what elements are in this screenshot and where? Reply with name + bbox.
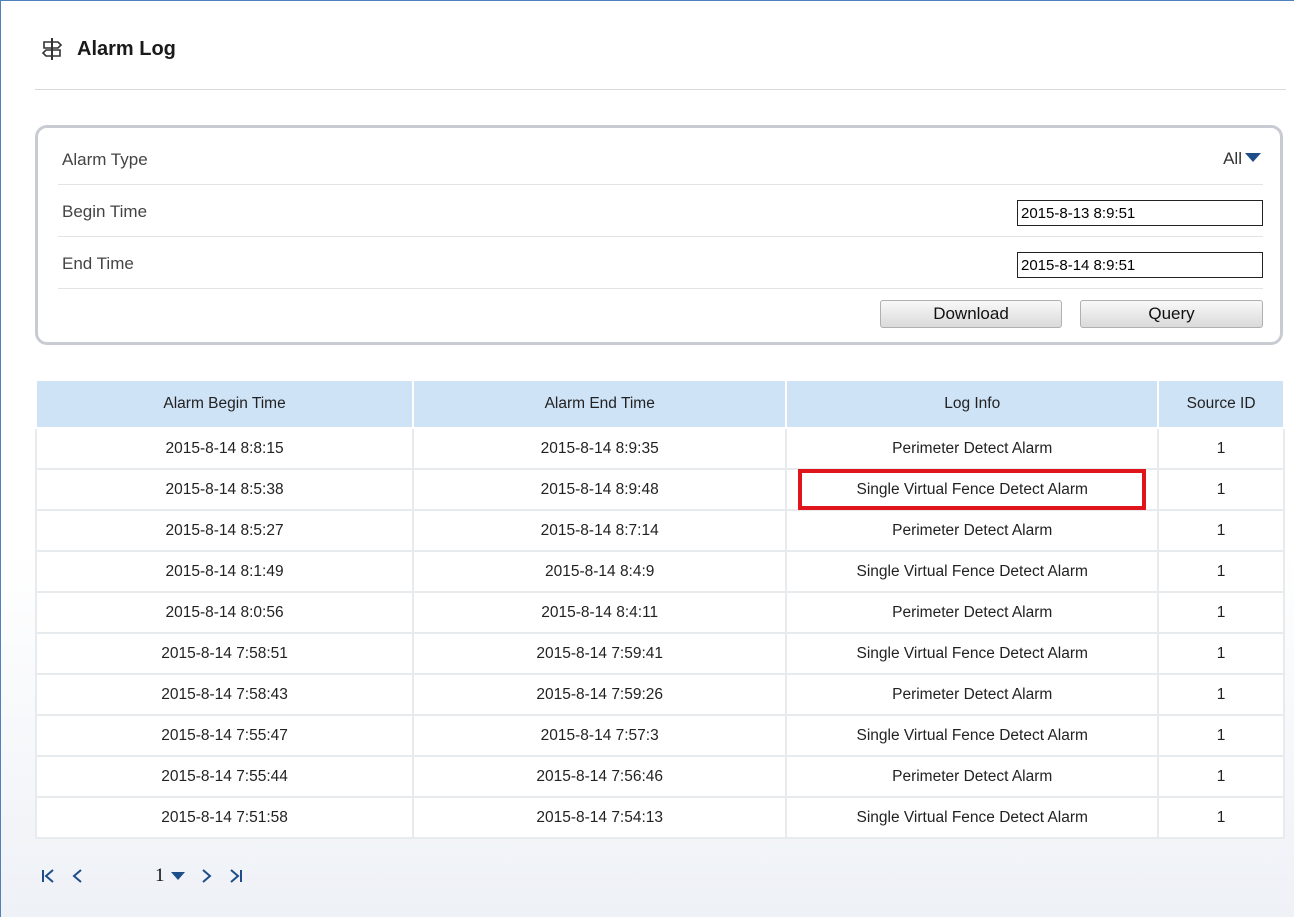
log-info-cell: Perimeter Detect Alarm — [785, 591, 1160, 634]
begin-time-cell: 2015-8-14 8:0:56 — [34, 591, 415, 634]
begin-time-cell: 2015-8-14 8:5:38 — [34, 468, 415, 511]
title-bar: Alarm Log — [41, 29, 176, 69]
column-header-end-time[interactable]: Alarm End Time — [412, 379, 788, 429]
prev-page-glyph — [72, 869, 82, 883]
chevron-down-icon — [1245, 153, 1261, 162]
end-time-input[interactable] — [1017, 252, 1263, 278]
last-page-glyph — [229, 869, 242, 883]
alarm-type-value: All — [1223, 149, 1242, 168]
end-time-cell: 2015-8-14 7:59:26 — [412, 673, 788, 716]
begin-time-label: Begin Time — [62, 202, 148, 221]
download-button[interactable]: Download — [880, 300, 1062, 328]
table-row[interactable]: 2015-8-14 7:55:44 2015-8-14 7:56:46 Peri… — [34, 755, 1285, 798]
table-row[interactable]: 2015-8-14 8:5:27 2015-8-14 8:7:14 Perime… — [34, 509, 1285, 552]
current-page: 1 — [155, 865, 165, 886]
begin-time-cell: 2015-8-14 8:5:27 — [34, 509, 415, 552]
log-info-cell: Perimeter Detect Alarm — [785, 509, 1160, 552]
log-info-cell: Perimeter Detect Alarm — [785, 427, 1160, 470]
log-info-cell: Single Virtual Fence Detect Alarm — [785, 468, 1160, 511]
begin-time-cell: 2015-8-14 8:1:49 — [34, 550, 415, 593]
end-time-cell: 2015-8-14 7:59:41 — [412, 632, 788, 675]
log-info-cell: Single Virtual Fence Detect Alarm — [785, 550, 1160, 593]
begin-time-cell: 2015-8-14 7:58:51 — [34, 632, 415, 675]
column-header-source-id[interactable]: Source ID — [1157, 379, 1285, 429]
begin-time-row: Begin Time — [58, 184, 1263, 237]
first-page-glyph — [42, 869, 54, 883]
begin-time-cell: 2015-8-14 7:58:43 — [34, 673, 415, 716]
table-header-row: Alarm Begin Time Alarm End Time Log Info… — [34, 379, 1285, 429]
source-id-cell: 1 — [1157, 632, 1285, 675]
end-time-cell: 2015-8-14 8:7:14 — [412, 509, 788, 552]
prev-page-icon[interactable] — [71, 868, 85, 884]
table-row[interactable]: 2015-8-14 7:58:51 2015-8-14 7:59:41 Sing… — [34, 632, 1285, 675]
first-page-icon[interactable] — [41, 868, 57, 884]
end-time-cell: 2015-8-14 7:56:46 — [412, 755, 788, 798]
chevron-down-icon — [170, 872, 185, 880]
end-time-cell: 2015-8-14 8:9:35 — [412, 427, 788, 470]
end-time-cell: 2015-8-14 8:9:48 — [412, 468, 788, 511]
next-page-icon[interactable] — [199, 868, 213, 884]
source-id-cell: 1 — [1157, 591, 1285, 634]
alarm-type-row: Alarm Type All — [58, 132, 1263, 185]
begin-time-cell: 2015-8-14 7:55:47 — [34, 714, 415, 757]
alarm-log-page: Alarm Log Alarm Type All Begin Time End … — [0, 0, 1294, 917]
table-row[interactable]: 2015-8-14 7:55:47 2015-8-14 7:57:3 Singl… — [34, 714, 1285, 757]
alarm-type-label: Alarm Type — [62, 150, 148, 169]
signpost-icon — [41, 38, 63, 60]
query-button[interactable]: Query — [1080, 300, 1263, 328]
log-info-cell: Single Virtual Fence Detect Alarm — [785, 714, 1160, 757]
next-page-glyph — [201, 869, 212, 883]
pagination: 1 — [41, 865, 243, 887]
column-header-log-info[interactable]: Log Info — [785, 379, 1160, 429]
source-id-cell: 1 — [1157, 796, 1285, 839]
table-row[interactable]: 2015-8-14 7:58:43 2015-8-14 7:59:26 Peri… — [34, 673, 1285, 716]
title-divider — [35, 89, 1286, 90]
page-select[interactable]: 1 — [155, 865, 185, 887]
end-time-cell: 2015-8-14 7:54:13 — [412, 796, 788, 839]
query-actions: Download Query — [58, 300, 1263, 330]
table-row[interactable]: 2015-8-14 7:51:58 2015-8-14 7:54:13 Sing… — [34, 796, 1285, 839]
column-header-begin-time[interactable]: Alarm Begin Time — [34, 379, 415, 429]
begin-time-cell: 2015-8-14 7:51:58 — [34, 796, 415, 839]
source-id-cell: 1 — [1157, 755, 1285, 798]
begin-time-input[interactable] — [1017, 200, 1263, 226]
end-time-row: End Time — [58, 236, 1263, 289]
source-id-cell: 1 — [1157, 550, 1285, 593]
page-title: Alarm Log — [77, 37, 176, 60]
end-time-cell: 2015-8-14 8:4:9 — [412, 550, 788, 593]
last-page-icon[interactable] — [227, 868, 243, 884]
table-row[interactable]: 2015-8-14 8:5:38 2015-8-14 8:9:48 Single… — [34, 468, 1285, 511]
source-id-cell: 1 — [1157, 427, 1285, 470]
table-row[interactable]: 2015-8-14 8:1:49 2015-8-14 8:4:9 Single … — [34, 550, 1285, 593]
end-time-cell: 2015-8-14 7:57:3 — [412, 714, 788, 757]
query-panel: Alarm Type All Begin Time End Time Downl… — [35, 125, 1283, 345]
begin-time-cell: 2015-8-14 7:55:44 — [34, 755, 415, 798]
log-info-cell: Perimeter Detect Alarm — [785, 673, 1160, 716]
end-time-cell: 2015-8-14 8:4:11 — [412, 591, 788, 634]
highlight-box: Single Virtual Fence Detect Alarm — [798, 469, 1147, 510]
log-info-cell: Perimeter Detect Alarm — [785, 755, 1160, 798]
end-time-label: End Time — [62, 254, 134, 273]
source-id-cell: 1 — [1157, 509, 1285, 552]
source-id-cell: 1 — [1157, 468, 1285, 511]
log-info-cell: Single Virtual Fence Detect Alarm — [785, 796, 1160, 839]
source-id-cell: 1 — [1157, 673, 1285, 716]
begin-time-cell: 2015-8-14 8:8:15 — [34, 427, 415, 470]
log-info-cell: Single Virtual Fence Detect Alarm — [785, 632, 1160, 675]
table-row[interactable]: 2015-8-14 8:8:15 2015-8-14 8:9:35 Perime… — [34, 427, 1285, 470]
alarm-log-table: Alarm Begin Time Alarm End Time Log Info… — [34, 379, 1285, 839]
source-id-cell: 1 — [1157, 714, 1285, 757]
log-info-text: Single Virtual Fence Detect Alarm — [856, 481, 1088, 498]
alarm-type-select[interactable]: All — [1223, 149, 1261, 169]
table-row[interactable]: 2015-8-14 8:0:56 2015-8-14 8:4:11 Perime… — [34, 591, 1285, 634]
